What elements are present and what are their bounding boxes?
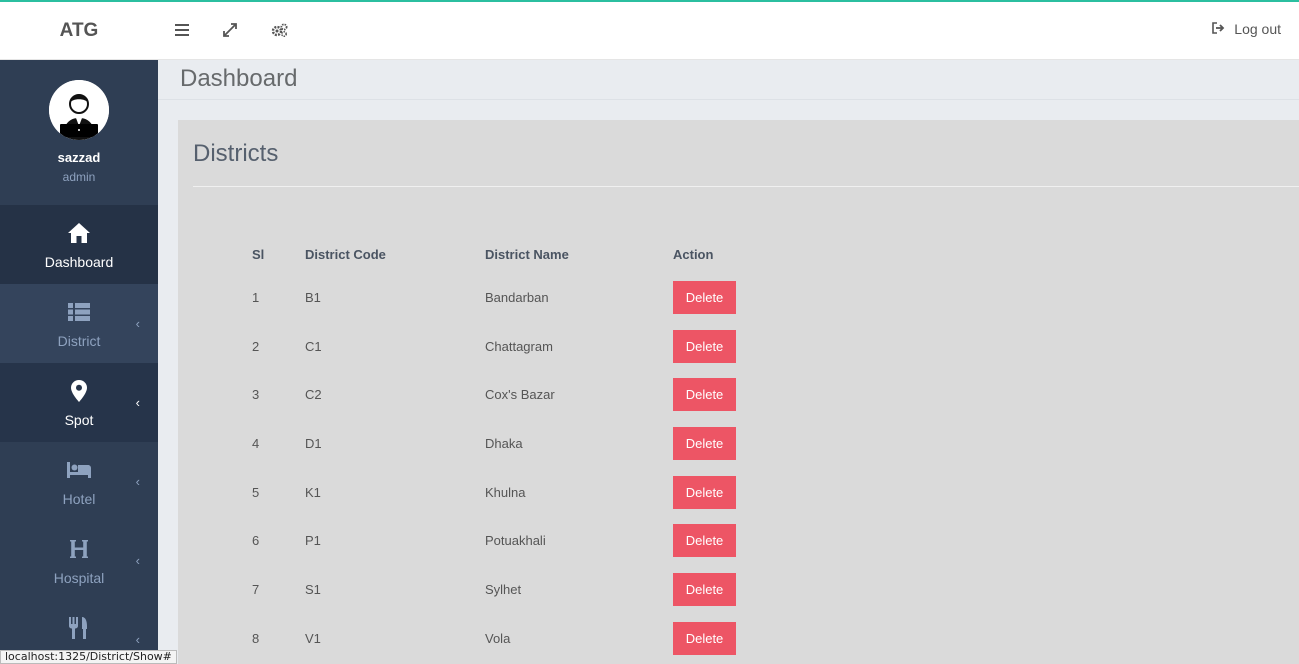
cell-sl: 6 [252, 533, 260, 549]
page-header: Dashboard [158, 60, 1299, 100]
cell-district-code: K1 [305, 484, 321, 500]
sign-out-icon [1212, 21, 1225, 37]
logout-button[interactable]: Log out [1212, 21, 1281, 37]
cell-district-code: P1 [305, 533, 321, 549]
cell-district-name: Chattagram [485, 338, 553, 354]
sidebar-item-label: Spot [64, 412, 94, 428]
cell-action: Delete [665, 273, 809, 322]
table-row: 5 K1 Khulna Delete [244, 468, 809, 517]
user-profile: sazzad admin [0, 60, 158, 205]
sidebar-item-dashboard[interactable]: Dashboard [0, 205, 158, 284]
districts-table: Sl District Code District Name Action 1 … [244, 235, 809, 663]
sidebar-item-label: Dashboard [44, 254, 114, 270]
logout-label: Log out [1234, 21, 1281, 37]
table-row: 1 B1 Bandarban Delete [244, 273, 809, 322]
districts-panel: Districts Sl District Code District Name… [178, 120, 1299, 664]
sidebar-item-label: District [57, 333, 101, 349]
delete-button[interactable]: Delete [673, 572, 736, 606]
table-row: 8 V1 Vola Delete [244, 614, 809, 663]
sidebar-item-label: Hotel [62, 491, 96, 507]
sidebar: sazzad admin Dashboard District ‹ Spot ‹… [0, 60, 158, 664]
chevron-left-icon: ‹ [135, 395, 140, 410]
column-header-district-name: District Name [485, 246, 569, 262]
cell-sl: 5 [252, 484, 260, 500]
page-title: Dashboard [180, 65, 298, 92]
delete-button[interactable]: Delete [673, 378, 736, 412]
cell-district-name: Potuakhali [485, 533, 546, 549]
panel-title: Districts [193, 140, 279, 167]
bed-icon [0, 457, 158, 483]
column-header-district-code: District Code [305, 246, 386, 262]
sidebar-item-spot[interactable]: Spot ‹ [0, 363, 158, 442]
cell-district-name: Vola [485, 630, 511, 646]
table-row: 3 C2 Cox's Bazar Delete [244, 370, 809, 419]
chevron-left-icon: ‹ [135, 553, 140, 568]
avatar[interactable] [49, 80, 109, 140]
cell-district-name: Khulna [485, 484, 526, 500]
cell-district-name: Dhaka [485, 435, 523, 451]
cell-action: Delete [665, 468, 809, 517]
utensils-icon [0, 615, 158, 641]
divider [193, 186, 1299, 187]
brand-logo[interactable]: ATG [0, 2, 158, 60]
list-icon [0, 299, 158, 325]
delete-button[interactable]: Delete [673, 329, 736, 363]
delete-button[interactable]: Delete [673, 426, 736, 460]
top-navbar: ATG Log out [0, 2, 1299, 60]
table-header-row: Sl District Code District Name Action [244, 235, 809, 273]
chevron-left-icon: ‹ [135, 474, 140, 489]
sidebar-item-district[interactable]: District ‹ [0, 284, 158, 363]
table-row: 2 C1 Chattagram Delete [244, 322, 809, 371]
cell-sl: 7 [252, 581, 260, 597]
cell-sl: 3 [252, 387, 260, 403]
sidebar-item-label: Hospital [53, 570, 105, 586]
cell-sl: 4 [252, 435, 260, 451]
cell-action: Delete [665, 516, 809, 565]
user-name: sazzad [57, 150, 101, 165]
status-bar-url: localhost:1325/District/Show# [0, 650, 177, 664]
hospital-icon [0, 536, 158, 562]
sidebar-item-hotel[interactable]: Hotel ‹ [0, 442, 158, 521]
cell-district-code: S1 [305, 581, 321, 597]
chevron-left-icon: ‹ [135, 316, 140, 331]
table-row: 6 P1 Potuakhali Delete [244, 516, 809, 565]
cell-action: Delete [665, 322, 809, 371]
home-icon [0, 220, 158, 246]
cell-district-code: V1 [305, 630, 321, 646]
user-role: admin [62, 170, 96, 184]
table-row: 4 D1 Dhaka Delete [244, 419, 809, 468]
menu-toggle-icon[interactable] [173, 21, 191, 39]
cell-action: Delete [665, 370, 809, 419]
cell-district-code: C1 [305, 338, 322, 354]
cell-action: Delete [665, 614, 809, 663]
delete-button[interactable]: Delete [673, 475, 736, 509]
delete-button[interactable]: Delete [673, 280, 736, 314]
cell-district-name: Bandarban [485, 289, 549, 305]
map-pin-icon [0, 378, 158, 404]
column-header-action: Action [673, 246, 714, 262]
cell-district-code: D1 [305, 435, 322, 451]
delete-button[interactable]: Delete [673, 621, 736, 655]
cell-action: Delete [665, 419, 809, 468]
cell-sl: 2 [252, 338, 260, 354]
cell-action: Delete [665, 565, 809, 614]
cell-sl: 1 [252, 289, 260, 305]
cell-district-name: Sylhet [485, 581, 522, 597]
delete-button[interactable]: Delete [673, 524, 736, 558]
chevron-left-icon: ‹ [135, 632, 140, 647]
cell-district-code: C2 [305, 387, 322, 403]
column-header-sl: Sl [252, 246, 265, 262]
settings-gears-icon[interactable] [270, 21, 288, 39]
fullscreen-icon[interactable] [221, 21, 239, 39]
table-row: 7 S1 Sylhet Delete [244, 565, 809, 614]
cell-district-code: B1 [305, 289, 321, 305]
cell-district-name: Cox's Bazar [485, 387, 555, 403]
cell-sl: 8 [252, 630, 260, 646]
sidebar-item-hospital[interactable]: Hospital ‹ [0, 521, 158, 600]
